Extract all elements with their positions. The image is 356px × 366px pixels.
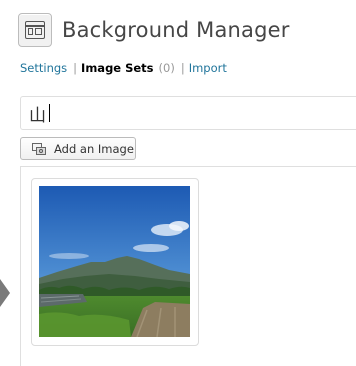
image-set-name-input[interactable] [20, 96, 356, 130]
background-manager-icon [18, 13, 52, 47]
landscape-thumbnail[interactable] [39, 186, 190, 337]
nav-separator: | [73, 61, 78, 75]
image-sets-count: (0) [158, 61, 175, 75]
subsubsub-nav: Settings | Image Sets (0) | Import [20, 61, 227, 75]
collapse-menu-arrow-icon[interactable] [0, 279, 10, 307]
page-title: Background Manager [62, 18, 290, 42]
add-image-button[interactable]: Add an Image [20, 137, 136, 160]
window-frame-icon [25, 21, 45, 39]
text-cursor [49, 104, 50, 122]
nav-separator: | [180, 61, 185, 75]
add-media-icon [32, 142, 46, 155]
page-header: Background Manager [18, 12, 290, 48]
settings-link[interactable]: Settings [20, 61, 67, 75]
add-image-label: Add an Image [54, 141, 134, 156]
import-link[interactable]: Import [189, 61, 227, 75]
image-sets-link[interactable]: Image Sets [81, 61, 153, 75]
